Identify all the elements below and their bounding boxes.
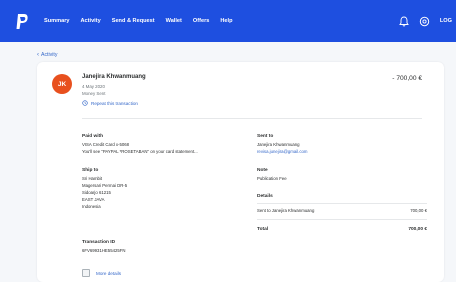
details-row-value: 700,00 € bbox=[410, 208, 427, 213]
ship-to-line: Indonesia bbox=[82, 204, 101, 209]
avatar: JK bbox=[52, 74, 72, 94]
back-link-label: Activity bbox=[41, 52, 58, 58]
transaction-amount: - 700,00 € bbox=[392, 75, 422, 82]
nav-activity[interactable]: Activity bbox=[81, 18, 101, 24]
details-divider-top bbox=[257, 203, 427, 204]
ship-to-line: EAST JAVA bbox=[82, 197, 105, 202]
transaction-id-heading: Transaction ID bbox=[82, 240, 116, 245]
more-details-toggle[interactable]: More details bbox=[82, 269, 121, 277]
sent-to-heading: Sent to bbox=[257, 134, 274, 139]
settings-icon[interactable] bbox=[419, 15, 431, 27]
total-label: Total bbox=[257, 227, 269, 232]
bell-icon[interactable] bbox=[398, 15, 410, 27]
main-nav: Summary Activity Send & Request Wallet O… bbox=[44, 18, 244, 24]
header-divider bbox=[82, 118, 422, 119]
nav-help[interactable]: Help bbox=[220, 18, 232, 24]
ship-to-heading: Ship to bbox=[82, 168, 99, 173]
transaction-date: 4 May 2020 bbox=[82, 84, 105, 89]
top-right-actions: LOG bbox=[398, 0, 456, 42]
details-heading: Details bbox=[257, 194, 273, 199]
ship-to-line: Sri Hambit bbox=[82, 176, 103, 181]
total-value: 700,00 € bbox=[408, 227, 427, 232]
ship-to-line: Magersari Permai DR-5 bbox=[82, 183, 128, 188]
user-menu[interactable]: LOG bbox=[440, 18, 452, 24]
statement-note: You'll see "PAYPAL *ROSETABAN" on your c… bbox=[82, 149, 198, 154]
more-details-checkbox[interactable] bbox=[82, 269, 90, 277]
nav-offers[interactable]: Offers bbox=[193, 18, 209, 24]
nav-summary[interactable]: Summary bbox=[44, 18, 70, 24]
nav-wallet[interactable]: Wallet bbox=[166, 18, 182, 24]
ship-to-line: Sidoarjo 61215 bbox=[82, 190, 111, 195]
details-divider-bottom bbox=[257, 219, 427, 220]
paypal-logo-icon[interactable] bbox=[13, 12, 31, 30]
repeat-icon bbox=[82, 100, 88, 106]
details-row-label: Sent to Janejira Khwanmuang bbox=[257, 208, 315, 213]
transaction-details-card: JK Janejira Khwanmuang 4 May 2020 Money … bbox=[37, 62, 444, 282]
nav-send-request[interactable]: Send & Request bbox=[112, 18, 155, 24]
payment-method: VISA Credit Card x-5068 bbox=[82, 142, 130, 147]
top-navigation-bar: Summary Activity Send & Request Wallet O… bbox=[0, 0, 456, 42]
back-to-activity-link[interactable]: ‹ Activity bbox=[37, 52, 57, 58]
transaction-id-value: 6FV69931HE55425FN bbox=[82, 248, 126, 253]
recipient-name: Janejira Khwanmuang bbox=[82, 74, 146, 80]
sent-to-email[interactable]: revisa.junejira@gmail.com bbox=[257, 149, 307, 154]
note-text: Publication Fee bbox=[257, 176, 287, 181]
chevron-left-icon: ‹ bbox=[37, 52, 39, 58]
note-heading: Note bbox=[257, 168, 268, 173]
repeat-transaction-label: Repeat this transaction bbox=[91, 100, 138, 106]
transaction-type: Money Sent bbox=[82, 91, 106, 96]
sent-to-name: Janejira Khwanmuang bbox=[257, 142, 300, 147]
paid-with-heading: Paid with bbox=[82, 134, 104, 139]
repeat-transaction-link[interactable]: Repeat this transaction bbox=[82, 100, 138, 106]
